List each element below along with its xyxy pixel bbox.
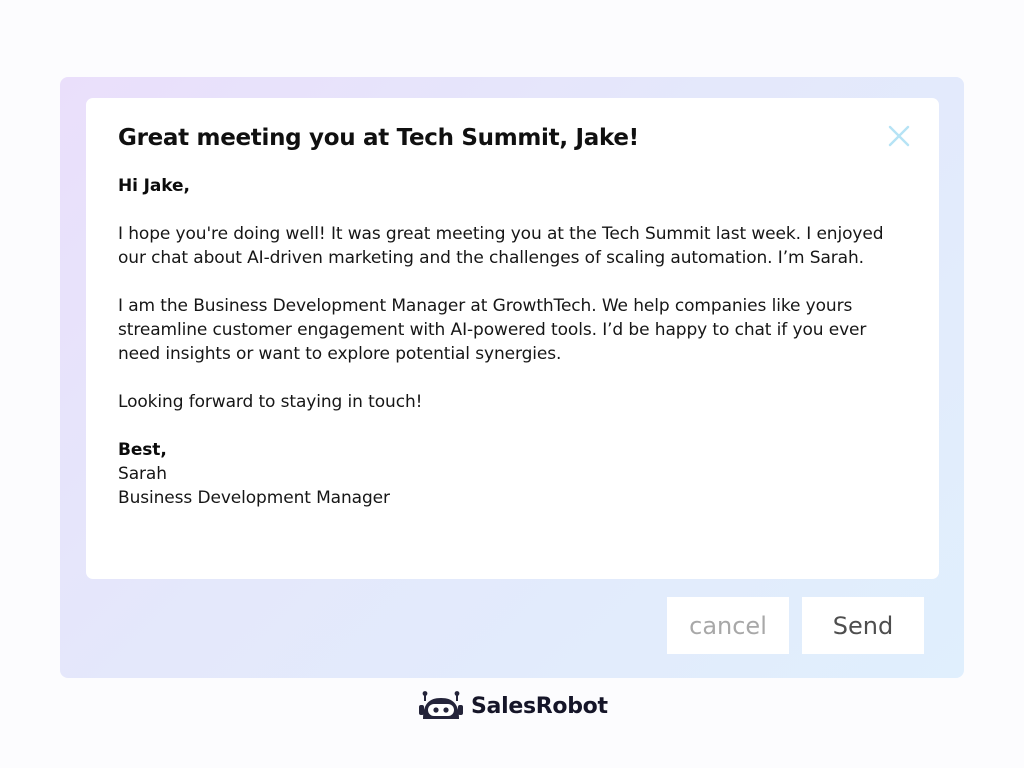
close-icon (888, 125, 910, 147)
email-card: Great meeting you at Tech Summit, Jake! … (86, 98, 939, 579)
brand-name: SalesRobot (471, 693, 608, 719)
email-body: Hi Jake, I hope you're doing well! It wa… (118, 174, 907, 510)
email-greeting: Hi Jake, (118, 176, 190, 196)
email-compose-panel: Great meeting you at Tech Summit, Jake! … (60, 77, 964, 678)
email-signature: Best, Sarah Business Development Manager (118, 438, 907, 510)
email-subject: Great meeting you at Tech Summit, Jake! (118, 125, 639, 151)
page: Great meeting you at Tech Summit, Jake! … (0, 0, 1024, 768)
signature-title: Business Development Manager (118, 488, 390, 508)
robot-logo-icon (419, 691, 463, 719)
signature-name: Sarah (118, 464, 167, 484)
close-button[interactable] (887, 124, 911, 148)
cancel-button[interactable]: cancel (667, 597, 789, 654)
email-paragraph: Looking forward to staying in touch! (118, 392, 423, 412)
email-paragraph: I am the Business Development Manager at… (118, 296, 867, 364)
email-paragraph: I hope you're doing well! It was great m… (118, 224, 884, 268)
send-button[interactable]: Send (802, 597, 924, 654)
email-signoff: Best, (118, 440, 167, 460)
brand-footer: SalesRobot (419, 690, 608, 722)
